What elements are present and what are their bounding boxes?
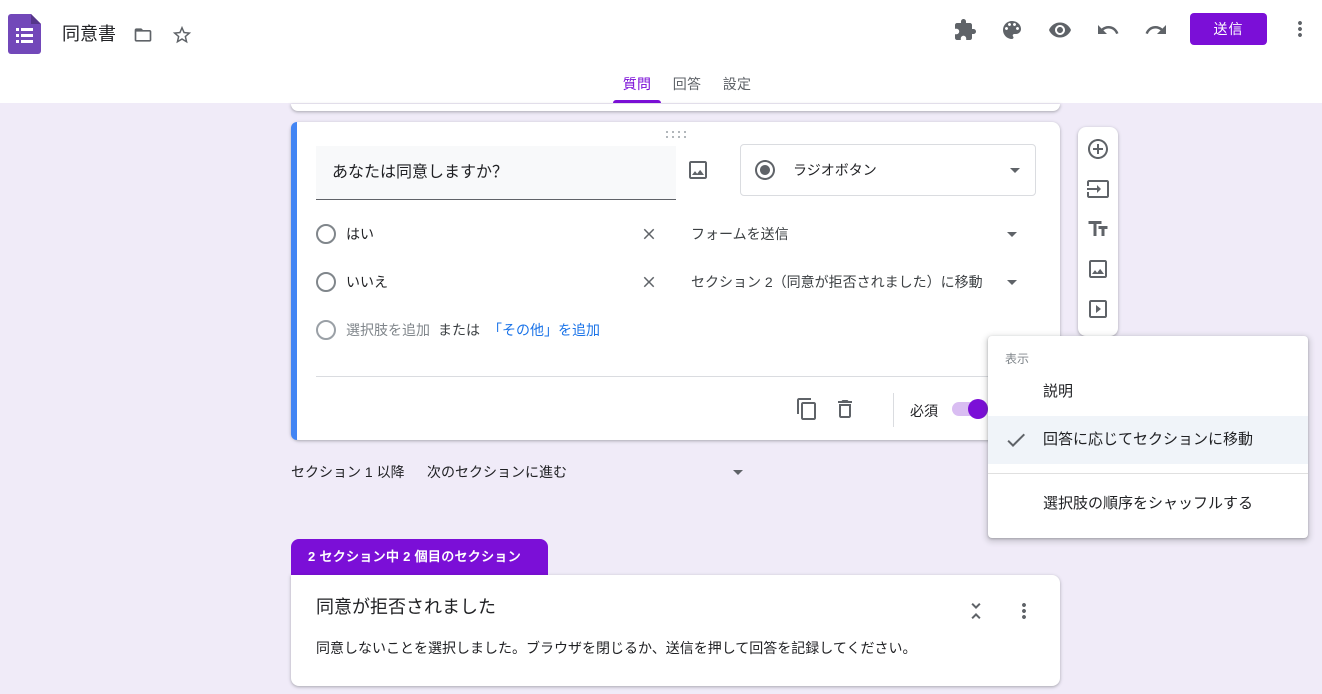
option-label-input[interactable]: はい <box>346 210 374 258</box>
after-section-dropdown[interactable]: セクション 1 以降 次のセクションに進む <box>291 452 761 492</box>
app-bar: 同意書 送信 <box>0 0 1322 68</box>
after-section-value: 次のセクションに進む <box>427 452 567 492</box>
chevron-down-icon <box>1003 158 1027 182</box>
chevron-down-icon[interactable] <box>1000 222 1024 246</box>
send-button[interactable]: 送信 <box>1190 13 1267 45</box>
menu-item-shuffle-options[interactable]: 選択肢の順序をシャッフルする <box>988 480 1308 528</box>
drag-handle-icon[interactable] <box>666 131 686 138</box>
chevron-down-icon <box>726 460 750 484</box>
add-title-text-icon[interactable] <box>1086 217 1110 241</box>
section-title-input[interactable]: 同意が拒否されました <box>316 593 496 621</box>
footer-divider <box>893 393 894 427</box>
star-icon[interactable] <box>171 24 193 46</box>
chevron-down-icon[interactable] <box>1000 270 1024 294</box>
remove-option-icon[interactable] <box>640 273 658 291</box>
required-toggle[interactable] <box>952 402 988 416</box>
add-video-icon[interactable] <box>1086 297 1110 321</box>
add-other-link[interactable]: 「その他」を追加 <box>488 320 600 340</box>
option-label-input[interactable]: いいえ <box>346 258 388 306</box>
section-description-input[interactable]: 同意しないことを選択しました。ブラウザを閉じるか、送信を押して回答を記録してくだ… <box>316 637 1016 659</box>
show-options-menu: 表示 説明 回答に応じてセクションに移動 選択肢の順序をシャッフルする <box>988 336 1308 538</box>
radio-unchecked-icon <box>316 272 336 292</box>
add-image-icon[interactable] <box>686 158 710 182</box>
add-ons-icon[interactable] <box>953 18 977 42</box>
goto-section-value[interactable]: フォームを送信 <box>691 210 789 258</box>
option-row: いいえ セクション 2（同意が拒否されました）に移動 <box>316 258 1036 306</box>
collapse-section-icon[interactable] <box>964 599 988 623</box>
move-folder-icon[interactable] <box>133 25 153 45</box>
tab-settings[interactable]: 設定 <box>707 68 767 103</box>
section-header-card: 同意が拒否されました 同意しないことを選択しました。ブラウザを閉じるか、送信を押… <box>291 575 1060 686</box>
remove-option-icon[interactable] <box>640 225 658 243</box>
import-questions-icon[interactable] <box>1086 177 1110 201</box>
radio-button-type-icon <box>753 158 777 182</box>
duplicate-icon[interactable] <box>795 397 819 421</box>
add-question-icon[interactable] <box>1086 137 1110 161</box>
delete-trash-icon[interactable] <box>833 397 857 421</box>
check-icon <box>1004 428 1028 452</box>
undo-icon[interactable] <box>1096 18 1120 42</box>
option-row: はい フォームを送信 <box>316 210 1036 258</box>
forms-logo-icon[interactable] <box>8 14 41 54</box>
tabs-bar: 質問 回答 設定 <box>0 68 1322 104</box>
add-image-icon[interactable] <box>1086 257 1110 281</box>
or-label: または <box>438 320 480 340</box>
menu-item-description[interactable]: 説明 <box>988 368 1308 416</box>
card-divider <box>316 376 1036 377</box>
menu-item-go-to-section[interactable]: 回答に応じてセクションに移動 <box>988 416 1308 464</box>
question-type-label: ラジオボタン <box>793 145 877 195</box>
menu-header: 表示 <box>1005 350 1029 367</box>
question-title-input[interactable]: あなたは同意しますか？ <box>316 146 676 200</box>
section-badge: 2 セクション中 2 個目のセクション <box>291 539 548 575</box>
required-label: 必須 <box>910 387 938 435</box>
add-option-button[interactable]: 選択肢を追加 <box>346 320 430 340</box>
radio-unchecked-icon <box>316 224 336 244</box>
question-type-dropdown[interactable]: ラジオボタン <box>740 144 1036 196</box>
section-more-vert-icon[interactable] <box>1012 599 1036 623</box>
more-vert-icon[interactable] <box>1288 17 1312 41</box>
add-option-row: 選択肢を追加 または 「その他」を追加 <box>316 306 1036 354</box>
redo-icon[interactable] <box>1144 18 1168 42</box>
floating-toolbar <box>1078 127 1118 336</box>
form-title-input[interactable]: 同意書 <box>62 22 116 46</box>
goto-section-value[interactable]: セクション 2（同意が拒否されました）に移動 <box>691 258 983 306</box>
toggle-thumb <box>968 399 988 419</box>
preview-eye-icon[interactable] <box>1048 18 1072 42</box>
google-forms-editor: 同意書 送信 質問 回答 <box>0 0 1322 694</box>
theme-palette-icon[interactable] <box>1000 18 1024 42</box>
previous-card-bottom <box>291 104 1060 111</box>
radio-unchecked-icon <box>316 320 336 340</box>
after-section-label: セクション 1 以降 <box>291 452 405 492</box>
question-card: あなたは同意しますか？ ラジオボタン はい フォームを送信 <box>291 122 1060 440</box>
menu-divider <box>988 473 1308 474</box>
